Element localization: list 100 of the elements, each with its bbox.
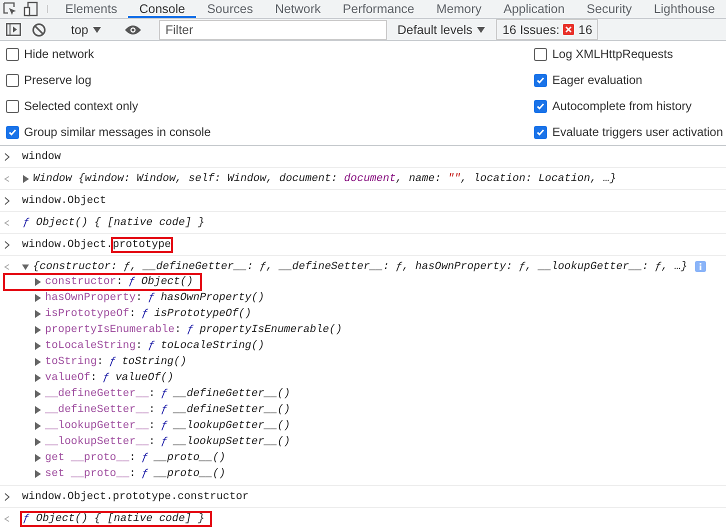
property-value: toString() bbox=[122, 356, 187, 368]
checkbox[interactable] bbox=[6, 100, 19, 112]
property-value: toLocaleString() bbox=[160, 340, 264, 352]
property-separator: : bbox=[129, 308, 136, 320]
property-name[interactable]: toString bbox=[45, 356, 97, 368]
property-name[interactable]: hasOwnProperty bbox=[45, 292, 136, 304]
console-input-text: window.Object bbox=[22, 194, 106, 206]
console-input-text: window.Object.prototype.constructor bbox=[22, 490, 249, 502]
property-separator: : bbox=[129, 452, 136, 464]
checkmark-icon bbox=[536, 76, 546, 84]
prompt-chevron-icon bbox=[4, 196, 10, 204]
function-glyph: ƒ bbox=[148, 292, 155, 304]
panel-tab[interactable]: Performance bbox=[332, 2, 426, 18]
object-preview[interactable]: {constructor: ƒ, __defineGetter__: ƒ, __defineSetter__: ƒ, hasOwnProperty: ƒ, __lookupGetter__: ƒ, …} bbox=[33, 260, 688, 272]
property-name[interactable]: propertyIsEnumerable bbox=[45, 324, 175, 336]
panel-tab[interactable]: Application bbox=[492, 2, 576, 18]
prompt-chevron-icon bbox=[4, 240, 10, 248]
console-input-text: prototype bbox=[112, 238, 172, 250]
property-name[interactable]: __defineGetter__ bbox=[45, 388, 149, 400]
property-value: hasOwnProperty() bbox=[160, 292, 264, 304]
eye-icon[interactable] bbox=[124, 24, 142, 36]
error-icon bbox=[563, 24, 574, 35]
issues-button[interactable]: 16 Issues: 16 bbox=[496, 19, 598, 40]
console-input-text: window.Object. bbox=[22, 238, 113, 250]
checkbox[interactable] bbox=[6, 74, 19, 86]
checkmark-icon bbox=[8, 128, 17, 136]
function-glyph: ƒ bbox=[161, 404, 168, 416]
property-name[interactable]: toLocaleString bbox=[45, 340, 136, 352]
checkbox[interactable] bbox=[534, 126, 548, 138]
collapsed-triangle-icon[interactable] bbox=[34, 438, 41, 446]
property-separator: : bbox=[136, 340, 142, 352]
property-value: __defineSetter__() bbox=[174, 404, 290, 416]
collapsed-triangle-icon[interactable] bbox=[34, 342, 41, 350]
function-glyph: ƒ bbox=[102, 372, 110, 384]
property-value: __proto__() bbox=[154, 468, 226, 480]
function-glyph: ƒ bbox=[148, 340, 155, 352]
property-name[interactable]: __lookupGetter__ bbox=[45, 420, 149, 432]
panel-tab[interactable]: Elements bbox=[54, 2, 128, 18]
checkmark-icon bbox=[536, 102, 546, 110]
collapsed-triangle-icon[interactable] bbox=[34, 470, 41, 478]
checkbox-label: Preserve log bbox=[24, 73, 92, 87]
checkbox-label: Selected context only bbox=[24, 99, 138, 113]
collapsed-triangle-icon[interactable] bbox=[34, 406, 41, 414]
checkbox[interactable] bbox=[6, 126, 19, 138]
checkbox[interactable] bbox=[534, 100, 548, 112]
context-dropdown[interactable]: top bbox=[65, 22, 108, 36]
checkbox-label: Log XMLHttpRequests bbox=[552, 47, 673, 61]
collapsed-triangle-icon[interactable] bbox=[34, 390, 41, 398]
property-value: isPrototypeOf() bbox=[154, 308, 252, 320]
inspect-cursor-icon[interactable] bbox=[2, 1, 18, 17]
expanded-triangle-icon[interactable] bbox=[22, 262, 29, 270]
property-separator: : bbox=[116, 276, 123, 288]
property-value: valueOf() bbox=[115, 372, 174, 384]
property-separator: : bbox=[174, 324, 182, 336]
collapsed-triangle-icon[interactable] bbox=[34, 310, 41, 318]
function-glyph: ƒ bbox=[187, 324, 194, 336]
property-name[interactable]: set __proto__ bbox=[45, 468, 130, 480]
property-value: __lookupSetter__() bbox=[174, 436, 290, 448]
property-value: __proto__() bbox=[154, 452, 226, 464]
collapsed-triangle-icon[interactable] bbox=[34, 326, 41, 334]
property-name[interactable]: __defineSetter__ bbox=[45, 404, 149, 416]
property-name[interactable]: constructor bbox=[45, 276, 116, 288]
property-name[interactable]: isPrototypeOf bbox=[45, 308, 130, 320]
collapsed-triangle-icon[interactable] bbox=[34, 294, 41, 302]
collapsed-triangle-icon[interactable] bbox=[22, 174, 29, 182]
clear-console-icon[interactable] bbox=[32, 22, 46, 36]
checkmark-icon bbox=[536, 128, 546, 136]
checkbox[interactable] bbox=[6, 48, 19, 60]
panel-tab[interactable]: Memory bbox=[425, 2, 493, 18]
property-value: Object() bbox=[141, 276, 194, 288]
function-glyph: ƒ bbox=[128, 276, 136, 288]
device-toggle-icon[interactable] bbox=[22, 1, 39, 17]
property-value: __defineGetter__() bbox=[174, 388, 290, 400]
dropdown-caret-icon bbox=[93, 26, 102, 32]
sidebar-toggle-icon[interactable] bbox=[6, 23, 20, 36]
property-separator: : bbox=[129, 468, 136, 480]
function-result: ƒ Object() { [native code] } bbox=[22, 512, 210, 524]
object-preview[interactable]: Window {window: Window, self: Window, document: document, name: "", location: Location, …} bbox=[33, 172, 616, 184]
checkbox[interactable] bbox=[534, 48, 548, 60]
property-value: propertyIsEnumerable() bbox=[200, 324, 342, 336]
panel-tab[interactable]: Security bbox=[576, 2, 643, 18]
panel-tab[interactable]: Lighthouse bbox=[642, 2, 726, 18]
property-name[interactable]: valueOf bbox=[45, 372, 90, 384]
panel-tab[interactable]: Network bbox=[264, 2, 332, 18]
collapsed-triangle-icon[interactable] bbox=[34, 374, 41, 382]
property-separator: : bbox=[90, 372, 97, 384]
property-separator: : bbox=[136, 292, 142, 304]
filter-field[interactable]: Filter bbox=[159, 20, 388, 40]
log-levels-dropdown[interactable]: Default levels bbox=[391, 22, 492, 36]
panel-tab[interactable]: Sources bbox=[196, 2, 264, 18]
collapsed-triangle-icon[interactable] bbox=[34, 358, 41, 366]
checkbox[interactable] bbox=[534, 74, 548, 86]
property-name[interactable]: get __proto__ bbox=[45, 452, 130, 464]
property-name[interactable]: __lookupSetter__ bbox=[45, 436, 149, 448]
collapsed-triangle-icon[interactable] bbox=[34, 454, 41, 462]
function-glyph: ƒ bbox=[109, 356, 116, 368]
prompt-chevron-icon bbox=[4, 152, 10, 160]
checkbox-label: Evaluate triggers user activation bbox=[552, 125, 723, 139]
collapsed-triangle-icon[interactable] bbox=[34, 422, 41, 430]
collapsed-triangle-icon[interactable] bbox=[34, 278, 41, 286]
